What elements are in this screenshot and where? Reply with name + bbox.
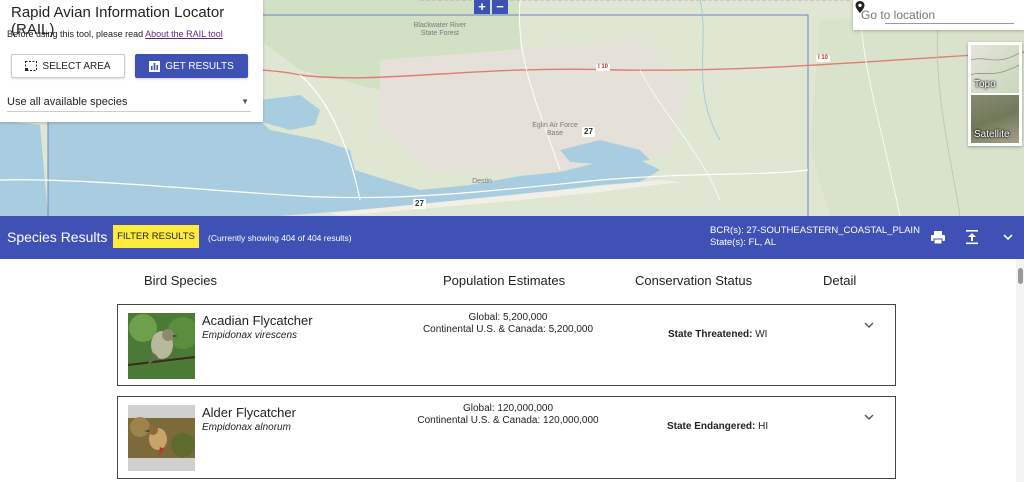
- conservation-status: State Threatened: WI: [668, 329, 767, 340]
- basemap-switcher[interactable]: Topo Satellite: [968, 42, 1022, 146]
- basemap-topo[interactable]: Topo: [971, 45, 1019, 93]
- status-value: HI: [755, 421, 769, 432]
- scrollbar-thumb[interactable]: [1018, 268, 1023, 284]
- get-results-button[interactable]: GET RESULTS: [135, 54, 248, 78]
- select-area-label: SELECT AREA: [42, 60, 111, 72]
- species-row-acadian-flycatcher[interactable]: Acadian Flycatcher Empidonax virescens G…: [117, 304, 896, 386]
- map-label-interstate-10: I 10: [816, 55, 831, 62]
- results-title: Species Results: [7, 229, 108, 245]
- scroll-to-top-icon[interactable]: [963, 228, 981, 246]
- intro-text: Before using this tool, please read Abou…: [7, 29, 223, 39]
- table-header: Bird Species Population Estimates Conser…: [0, 273, 1010, 289]
- map-label-highway-27: 27: [413, 199, 426, 209]
- species-select[interactable]: Use all available species ▼: [7, 92, 251, 112]
- acadian-flycatcher-photo-icon: [128, 313, 195, 379]
- location-search[interactable]: [853, 0, 1024, 30]
- get-results-label: GET RESULTS: [165, 60, 234, 72]
- region-info: BCR(s): 27-SOUTHEASTERN_COASTAL_PLAIN St…: [710, 225, 920, 249]
- map-label-highway-27: 27: [582, 127, 595, 137]
- print-icon[interactable]: [929, 228, 947, 246]
- column-header-detail: Detail: [823, 273, 857, 288]
- column-header-population: Population Estimates: [443, 273, 566, 288]
- results-scrollbar[interactable]: [1016, 259, 1024, 482]
- select-area-button[interactable]: SELECT AREA: [11, 54, 125, 78]
- map-label-destin: Destin: [472, 178, 492, 185]
- map-label-air-base: Eglin Air Force Base: [532, 122, 578, 137]
- bird-photo: [128, 405, 195, 471]
- population-estimate: Global: 120,000,000 Continental U.S. & C…: [368, 403, 648, 427]
- basemap-satellite-label: Satellite: [974, 129, 1010, 140]
- location-search-input[interactable]: [861, 8, 981, 22]
- alder-flycatcher-photo-icon: [128, 405, 195, 471]
- basemap-topo-label: Topo: [974, 79, 996, 90]
- intro-prefix: Before using this tool, please read: [7, 29, 146, 39]
- expand-chevron-icon[interactable]: [863, 320, 875, 330]
- results-count: (Currently showing 404 of 404 results): [208, 233, 352, 243]
- scientific-name: Empidonax alnorum: [202, 422, 291, 433]
- location-pin-icon: [855, 1, 865, 13]
- state-line: State(s): FL, AL: [710, 237, 776, 248]
- dropdown-caret-icon: ▼: [241, 97, 249, 106]
- global-population: Global: 5,200,000: [468, 312, 548, 323]
- population-estimate: Global: 5,200,000 Continental U.S. & Can…: [368, 312, 648, 336]
- zoom-out-button[interactable]: −: [492, 0, 508, 14]
- basemap-satellite[interactable]: Satellite: [971, 95, 1019, 143]
- about-rail-link[interactable]: About the RAIL tool: [145, 29, 223, 39]
- common-name: Acadian Flycatcher: [202, 313, 313, 328]
- column-header-conservation: Conservation Status: [635, 273, 753, 288]
- select-area-icon: [25, 61, 38, 71]
- common-name: Alder Flycatcher: [202, 405, 296, 420]
- global-population: Global: 120,000,000: [462, 403, 554, 414]
- bcr-line: BCR(s): 27-SOUTHEASTERN_COASTAL_PLAIN: [710, 225, 920, 236]
- scientific-name: Empidonax virescens: [202, 330, 298, 341]
- status-label: State Threatened:: [668, 329, 753, 340]
- species-row-alder-flycatcher[interactable]: Alder Flycatcher Empidonax alnorum Globa…: [117, 396, 896, 479]
- filter-results-button[interactable]: FILTER RESULTS: [113, 225, 199, 248]
- search-underline: [885, 23, 1014, 24]
- map-label-interstate-10: I 10: [596, 64, 611, 71]
- continental-population: Continental U.S. & Canada: 5,200,000: [422, 324, 594, 335]
- map-label-forest: Blackwater River State Forest: [413, 22, 467, 37]
- conservation-status: State Endangered: HI: [667, 421, 768, 432]
- zoom-in-button[interactable]: +: [474, 0, 490, 14]
- status-label: State Endangered:: [667, 421, 756, 432]
- bar-chart-icon: [149, 60, 161, 72]
- expand-chevron-icon[interactable]: [863, 412, 875, 422]
- continental-population: Continental U.S. & Canada: 120,000,000: [417, 415, 599, 426]
- collapse-chevron-icon[interactable]: [999, 228, 1017, 246]
- status-value: WI: [752, 329, 768, 340]
- bird-photo: [128, 313, 195, 379]
- control-panel: Rapid Avian Information Locator (RAIL) B…: [0, 0, 263, 122]
- species-select-value: Use all available species: [7, 95, 128, 108]
- column-header-species: Bird Species: [144, 273, 217, 288]
